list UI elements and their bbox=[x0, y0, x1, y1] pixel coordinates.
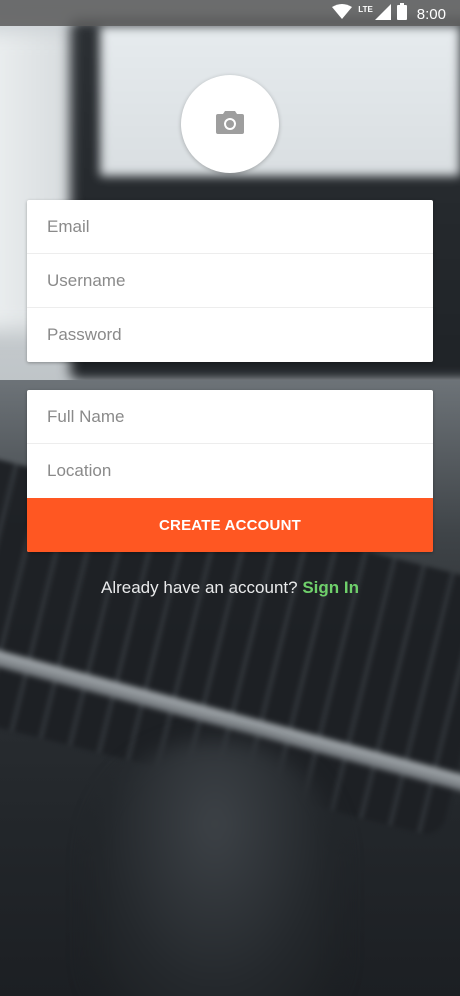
password-field[interactable]: Password bbox=[27, 308, 433, 362]
full-name-field[interactable]: Full Name bbox=[27, 390, 433, 444]
cell-signal-icon bbox=[374, 3, 391, 25]
profile-photo-picker[interactable] bbox=[181, 75, 279, 173]
account-credentials-card: Email Username Password bbox=[27, 200, 433, 362]
battery-icon bbox=[396, 3, 407, 25]
status-bar: LTE 8:00 bbox=[0, 0, 460, 26]
sign-in-link[interactable]: Sign In bbox=[302, 578, 359, 597]
email-field[interactable]: Email bbox=[27, 200, 433, 254]
camera-icon bbox=[215, 109, 245, 140]
username-field[interactable]: Username bbox=[27, 254, 433, 308]
profile-details-card: Full Name Location CREATE ACCOUNT bbox=[27, 390, 433, 552]
wifi-icon bbox=[332, 3, 353, 25]
location-field[interactable]: Location bbox=[27, 444, 433, 498]
create-account-button[interactable]: CREATE ACCOUNT bbox=[27, 498, 433, 552]
network-type-label: LTE bbox=[358, 4, 373, 14]
signin-prompt-text: Already have an account? bbox=[101, 578, 298, 597]
signin-prompt-line: Already have an account? Sign In bbox=[0, 578, 460, 598]
status-time: 8:00 bbox=[416, 5, 446, 23]
